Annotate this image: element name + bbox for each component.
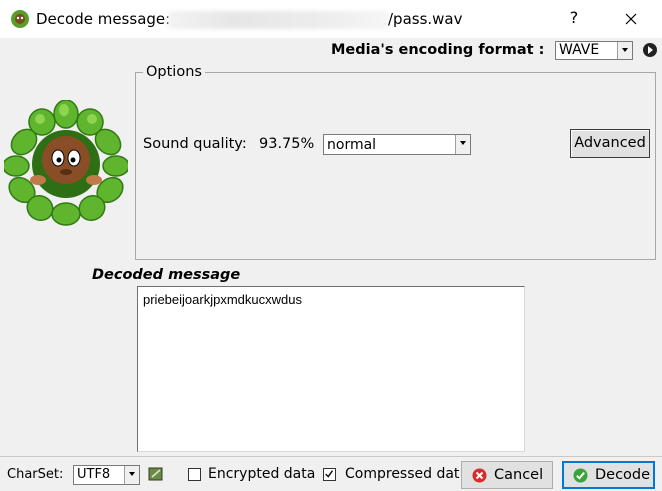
cancel-icon <box>472 468 487 483</box>
encoding-format-label: Media's encoding format : <box>331 42 545 58</box>
options-group <box>135 72 656 260</box>
options-legend: Options <box>143 64 205 80</box>
decoded-message-text: priebeijoarkjpxmdkucxwdus <box>143 292 302 307</box>
help-button[interactable]: ? <box>562 8 586 30</box>
chevron-down-icon[interactable] <box>455 135 470 154</box>
close-icon[interactable] <box>614 6 648 32</box>
decode-label: Decode <box>595 467 651 483</box>
sound-quality-value: 93.75% <box>259 136 315 152</box>
sound-quality-label: Sound quality: <box>143 136 247 152</box>
checkmark-icon <box>325 470 334 478</box>
window-title-filename: /pass.wav <box>388 10 463 28</box>
redacted-path <box>168 11 390 29</box>
encoding-format-value: WAVE <box>559 42 600 58</box>
encrypted-data-label: Encrypted data <box>208 466 316 482</box>
compressed-data-checkbox[interactable] <box>323 468 336 481</box>
cancel-button[interactable]: Cancel <box>461 461 553 489</box>
charset-book-icon[interactable] <box>148 466 164 482</box>
sound-quality-selected: normal <box>327 137 377 153</box>
decode-button[interactable]: Decode <box>562 461 655 489</box>
encrypted-data-checkbox[interactable] <box>188 468 201 481</box>
play-icon[interactable] <box>643 43 657 57</box>
encoding-format-select[interactable]: WAVE <box>555 41 633 60</box>
charset-select[interactable]: UTF8 <box>73 465 140 485</box>
app-icon <box>11 10 29 28</box>
decoded-message-label: Decoded message <box>92 267 241 283</box>
dialog-body: Media's encoding format : WAVE Options S… <box>0 38 662 491</box>
charset-label: CharSet: <box>7 467 64 482</box>
advanced-button[interactable]: Advanced <box>570 129 650 158</box>
chevron-down-icon[interactable] <box>617 42 632 59</box>
title-bar: Decode message: /pass.wav ? <box>0 0 662 38</box>
check-circle-icon <box>573 468 588 483</box>
charset-selected: UTF8 <box>77 467 111 482</box>
chevron-down-icon[interactable] <box>124 466 139 484</box>
mascot-logo <box>4 100 128 226</box>
decoded-message-textarea[interactable]: priebeijoarkjpxmdkucxwdus <box>137 286 525 452</box>
cancel-label: Cancel <box>494 467 544 483</box>
window-title: Decode message: <box>36 10 171 28</box>
sound-quality-select[interactable]: normal <box>323 134 471 155</box>
compressed-data-label: Compressed dat <box>345 466 460 482</box>
